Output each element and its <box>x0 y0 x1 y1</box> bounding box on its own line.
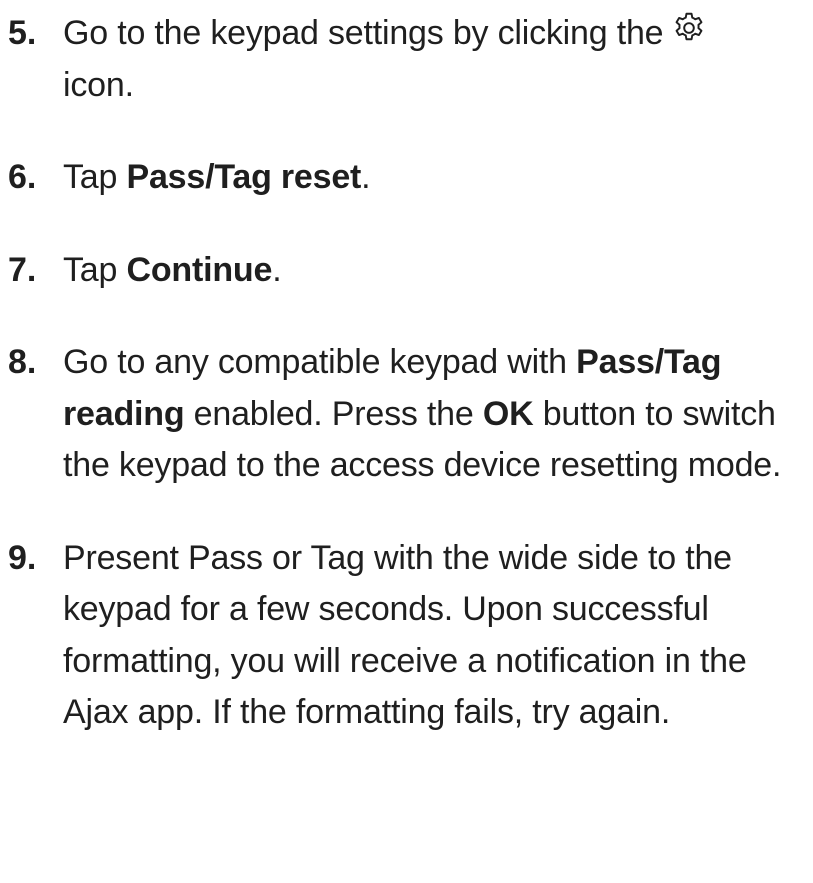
step-number: 7. <box>8 250 37 289</box>
step-text-part: . <box>361 158 371 196</box>
step-number: 5. <box>8 14 37 52</box>
step-6: 6. Tap Pass/Tag reset. <box>8 152 808 204</box>
step-text-part: Go to the keypad settings by clicking th… <box>63 14 664 52</box>
step-text: Go to any compatible keypad with Pass/Ta… <box>63 337 808 492</box>
step-5: 5. Go to the keypad settings by clicking… <box>8 8 808 111</box>
step-number: 8. <box>8 343 37 381</box>
step-text-part: icon. <box>63 65 134 104</box>
step-text: Present Pass or Tag with the wide side t… <box>63 538 747 732</box>
step-text-part: Go to any compatible keypad with <box>63 343 567 381</box>
step-7: 7. Tap Continue. <box>8 245 808 297</box>
step-8: 8. Go to any compatible keypad with Pass… <box>8 337 808 492</box>
step-text: Tap Pass/Tag reset. <box>63 152 808 204</box>
step-text-part: Tap <box>63 158 118 196</box>
step-text: Go to the keypad settings by clicking th… <box>63 8 808 111</box>
step-number: 9. <box>8 538 37 577</box>
step-text-part: Tap <box>63 250 118 289</box>
step-number: 6. <box>8 158 37 196</box>
step-emphasis: Continue <box>126 250 273 289</box>
step-emphasis: Pass/Tag reset <box>126 158 362 196</box>
step-emphasis: OK <box>482 394 534 433</box>
instruction-steps: 5. Go to the keypad settings by clicking… <box>8 8 808 739</box>
step-text-part: enabled. Press the <box>193 394 474 433</box>
step-9: 9. Present Pass or Tag with the wide sid… <box>8 533 808 739</box>
gear-icon <box>671 10 707 46</box>
step-text-part: . <box>272 250 282 289</box>
step-text: Tap Continue. <box>63 245 808 297</box>
